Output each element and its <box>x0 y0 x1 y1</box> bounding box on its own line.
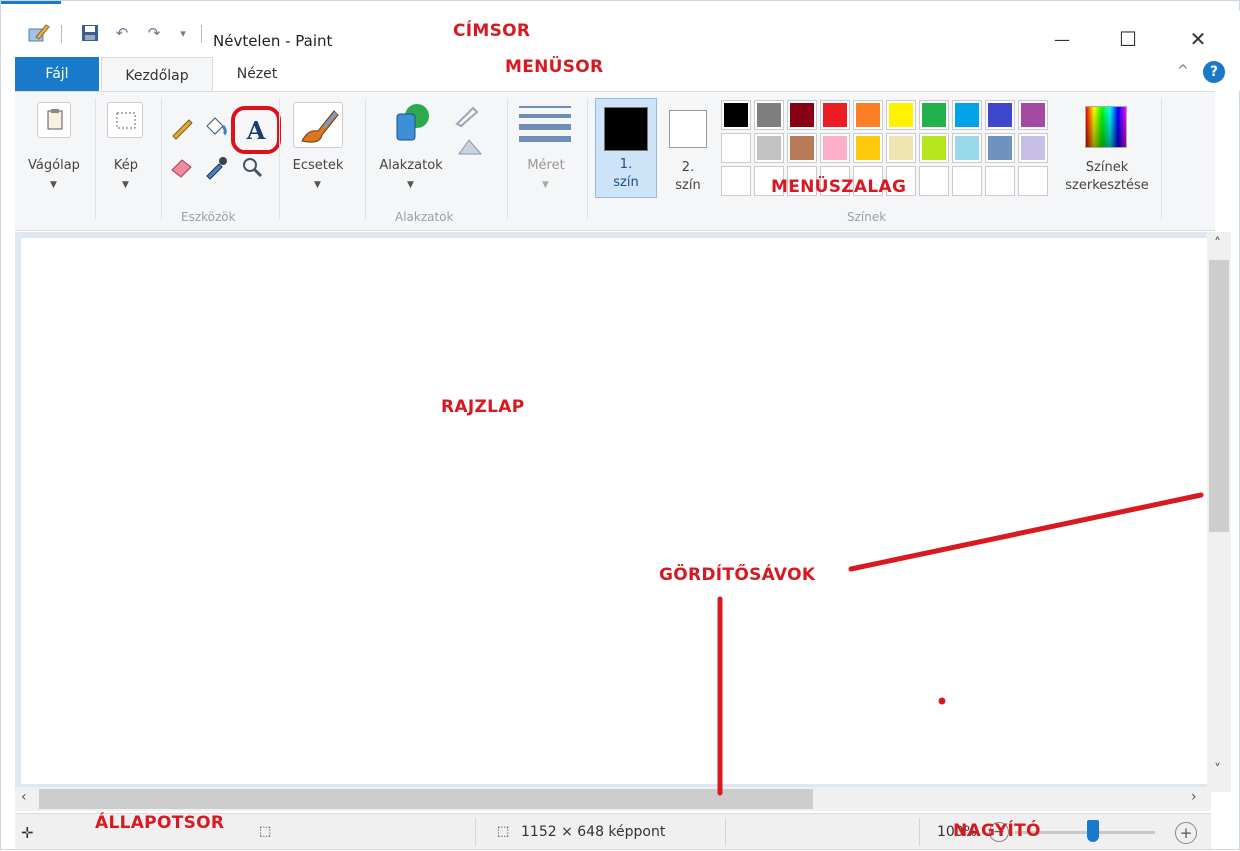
arrow-to-vertical-scrollbar <box>848 492 1204 572</box>
red-dot <box>938 697 946 705</box>
annotation-arrows <box>717 492 1204 796</box>
paint-window: ↶ ↷ ▾ Névtelen - Paint — ☐ ✕ Fájl Kezdől… <box>0 0 1240 850</box>
